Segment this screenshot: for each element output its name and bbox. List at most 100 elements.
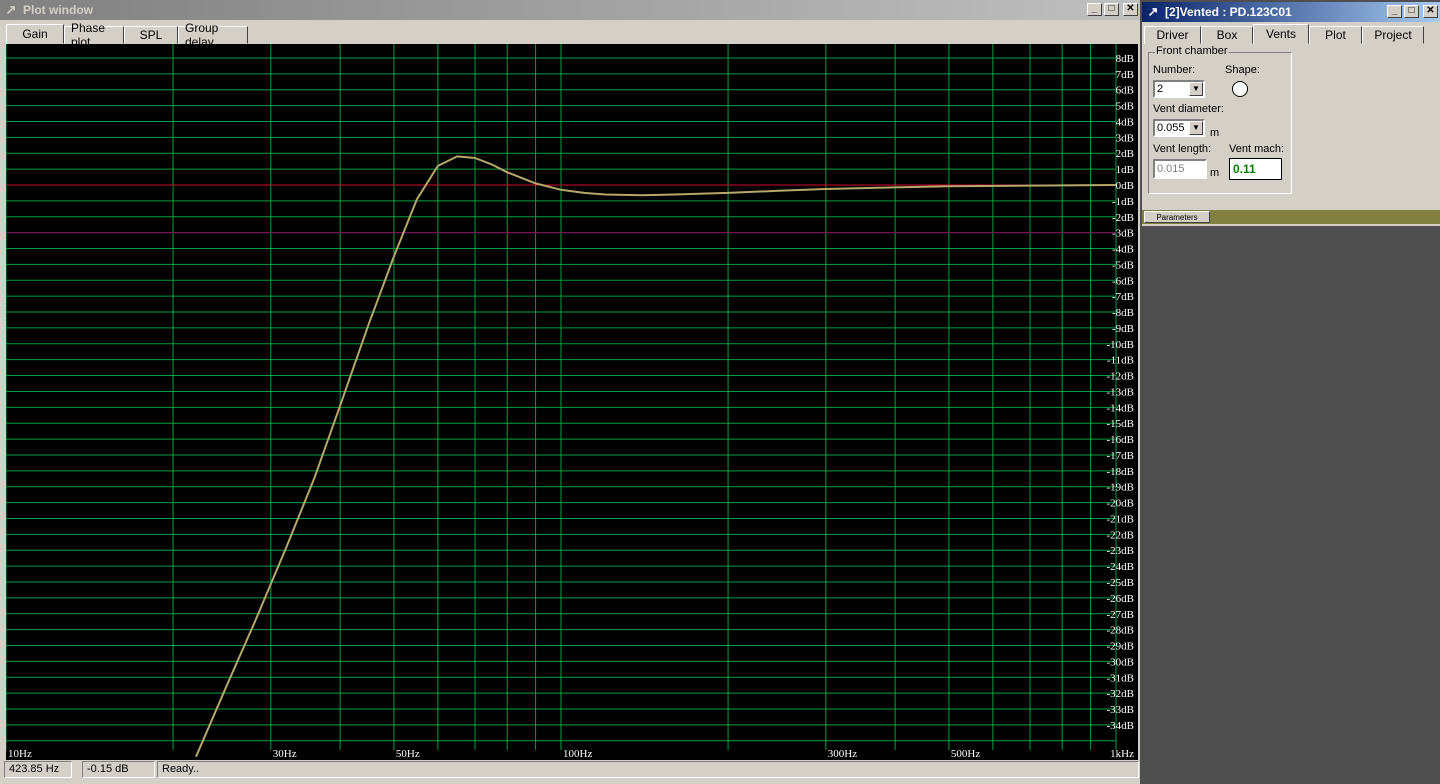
vent-length-label: Vent length: [1153,143,1212,155]
circle-shape-icon[interactable] [1232,81,1248,97]
y-tick-label: -9dB [1112,323,1134,335]
parameters-tab[interactable]: Parameters [1144,211,1210,223]
group-label: Front chamber [1155,45,1229,57]
tab-driver[interactable]: Driver [1144,26,1201,44]
y-tick-label: -2dB [1112,212,1134,224]
y-tick-label: -6dB [1112,275,1134,287]
close-button[interactable]: ✕ [1423,5,1438,18]
minimize-button[interactable]: _ [1087,3,1102,16]
vent-diameter-select[interactable]: 0.055 ▼ [1153,119,1205,137]
y-tick-label: -32dB [1107,688,1135,700]
plot-window-title: Plot window [23,3,93,17]
plot-window-titlebar[interactable]: ↗ Plot window _ □ ✕ [0,0,1140,20]
chevron-down-icon[interactable]: ▼ [1189,121,1203,135]
y-tick-label: -30dB [1107,656,1135,668]
plot-tabs: Gain Phase plot SPL Group delay [6,21,248,49]
tab-box[interactable]: Box [1201,26,1253,44]
x-tick-label: 300Hz [828,748,857,760]
y-tick-label: -31dB [1107,672,1135,684]
y-tick-label: 8dB [1116,53,1134,65]
tab-label: SPL [139,28,163,42]
y-tick-label: -21dB [1107,513,1135,525]
y-tick-label: -28dB [1107,625,1135,637]
tab-gain[interactable]: Gain [6,24,64,44]
plot-window: ↗ Plot window _ □ ✕ Gain Phase plot SPL … [0,0,1140,784]
tab-vents[interactable]: Vents [1253,24,1309,44]
vent-mach-value: 0.11 [1233,162,1256,176]
y-tick-label: -11dB [1107,355,1134,367]
x-tick-label: 100Hz [563,748,592,760]
tab-project[interactable]: Project [1362,26,1424,44]
tab-plot[interactable]: Plot [1309,26,1362,44]
y-tick-label: 4dB [1116,116,1134,128]
status-message: Ready.. [157,761,1139,778]
vented-tabs: Driver Box Vents Plot Project [1144,24,1424,44]
y-tick-label: -33dB [1107,704,1135,716]
app-icon: ↗ [5,2,17,17]
x-tick-label: 30Hz [273,748,297,760]
chevron-down-icon[interactable]: ▼ [1189,82,1203,96]
tab-group-delay[interactable]: Group delay [178,21,248,49]
gain-chart: 8dB 7dB 6dB 5dB 4dB 3dB 2dB 1dB 0dB -1dB -2dB -3dB -… [6,44,1135,760]
vented-window-titlebar[interactable]: ↗ [2]Vented : PD.123C01 _ □ ✕ [1142,2,1440,22]
y-tick-label: -29dB [1107,641,1135,653]
y-tick-label: -13dB [1107,386,1135,398]
vent-length-field[interactable]: 0.015 [1153,159,1207,179]
vent-diameter-label: Vent diameter: [1153,103,1224,115]
unit-label: m [1210,127,1220,139]
tab-label: Gain [22,27,48,41]
tab-label: Driver [1156,28,1189,42]
vented-window: ↗ [2]Vented : PD.123C01 _ □ ✕ Driver Box… [1142,2,1440,226]
tab-phase-plot[interactable]: Phase plot [64,21,124,49]
parameters-tab-label: Parameters [1156,213,1198,222]
y-tick-label: 2dB [1116,148,1134,160]
vented-window-title: [2]Vented : PD.123C01 [1165,5,1292,19]
tab-spl[interactable]: SPL [124,26,178,44]
number-label: Number: [1153,64,1196,76]
tab-label: Vents [1265,27,1297,41]
y-tick-label: 0dB [1116,180,1134,192]
y-tick-label: -8dB [1112,307,1134,319]
y-tick-label: -26dB [1107,593,1135,605]
minimize-button[interactable]: _ [1387,5,1402,18]
x-tick-label: 10Hz [8,748,32,760]
y-tick-label: -3dB [1112,228,1134,240]
y-tick-label: -25dB [1107,577,1135,589]
y-tick-label: -4dB [1112,244,1134,256]
y-tick-label: -14dB [1107,402,1135,414]
y-tick-label: -22dB [1107,529,1135,541]
y-tick-label: -17dB [1107,450,1135,462]
app-icon: ↗ [1147,4,1159,19]
maximize-button[interactable]: □ [1404,5,1419,18]
x-tick-label: 50Hz [396,748,420,760]
y-tick-label: -27dB [1107,609,1135,621]
y-tick-label: -34dB [1107,720,1135,732]
vent-diameter-value: 0.055 [1157,122,1185,134]
y-tick-label: 6dB [1116,85,1134,97]
y-tick-label: -16dB [1107,434,1135,446]
vent-mach-label: Vent mach: [1229,143,1285,155]
y-tick-label: -23dB [1107,545,1135,557]
y-tick-label: 7dB [1116,69,1134,81]
y-tick-label: -18dB [1107,466,1135,478]
number-value: 2 [1157,83,1164,95]
unit-label: m [1210,167,1220,179]
shape-label: Shape: [1225,64,1260,76]
gain-plot[interactable]: 8dB 7dB 6dB 5dB 4dB 3dB 2dB 1dB 0dB -1dB -2dB -3dB -… [6,44,1138,760]
status-frequency: 423.85 Hz [4,761,72,778]
x-tick-label: 1kHz [1110,748,1134,760]
y-tick-label: -19dB [1107,482,1135,494]
y-tick-label: 3dB [1116,132,1134,144]
tab-label: Box [1216,28,1238,42]
status-gain: -0.15 dB [82,761,155,778]
maximize-button[interactable]: □ [1104,3,1119,16]
y-tick-label: -7dB [1112,291,1134,303]
parameters-strip: Parameters [1142,210,1440,224]
y-tick-label: 1dB [1116,164,1134,176]
y-tick-label: -5dB [1112,259,1134,271]
y-tick-label: -1dB [1112,196,1134,208]
x-tick-label: 500Hz [951,748,980,760]
tab-label: Project [1374,28,1412,42]
close-button[interactable]: ✕ [1123,3,1138,16]
number-select[interactable]: 2 ▼ [1153,80,1205,98]
